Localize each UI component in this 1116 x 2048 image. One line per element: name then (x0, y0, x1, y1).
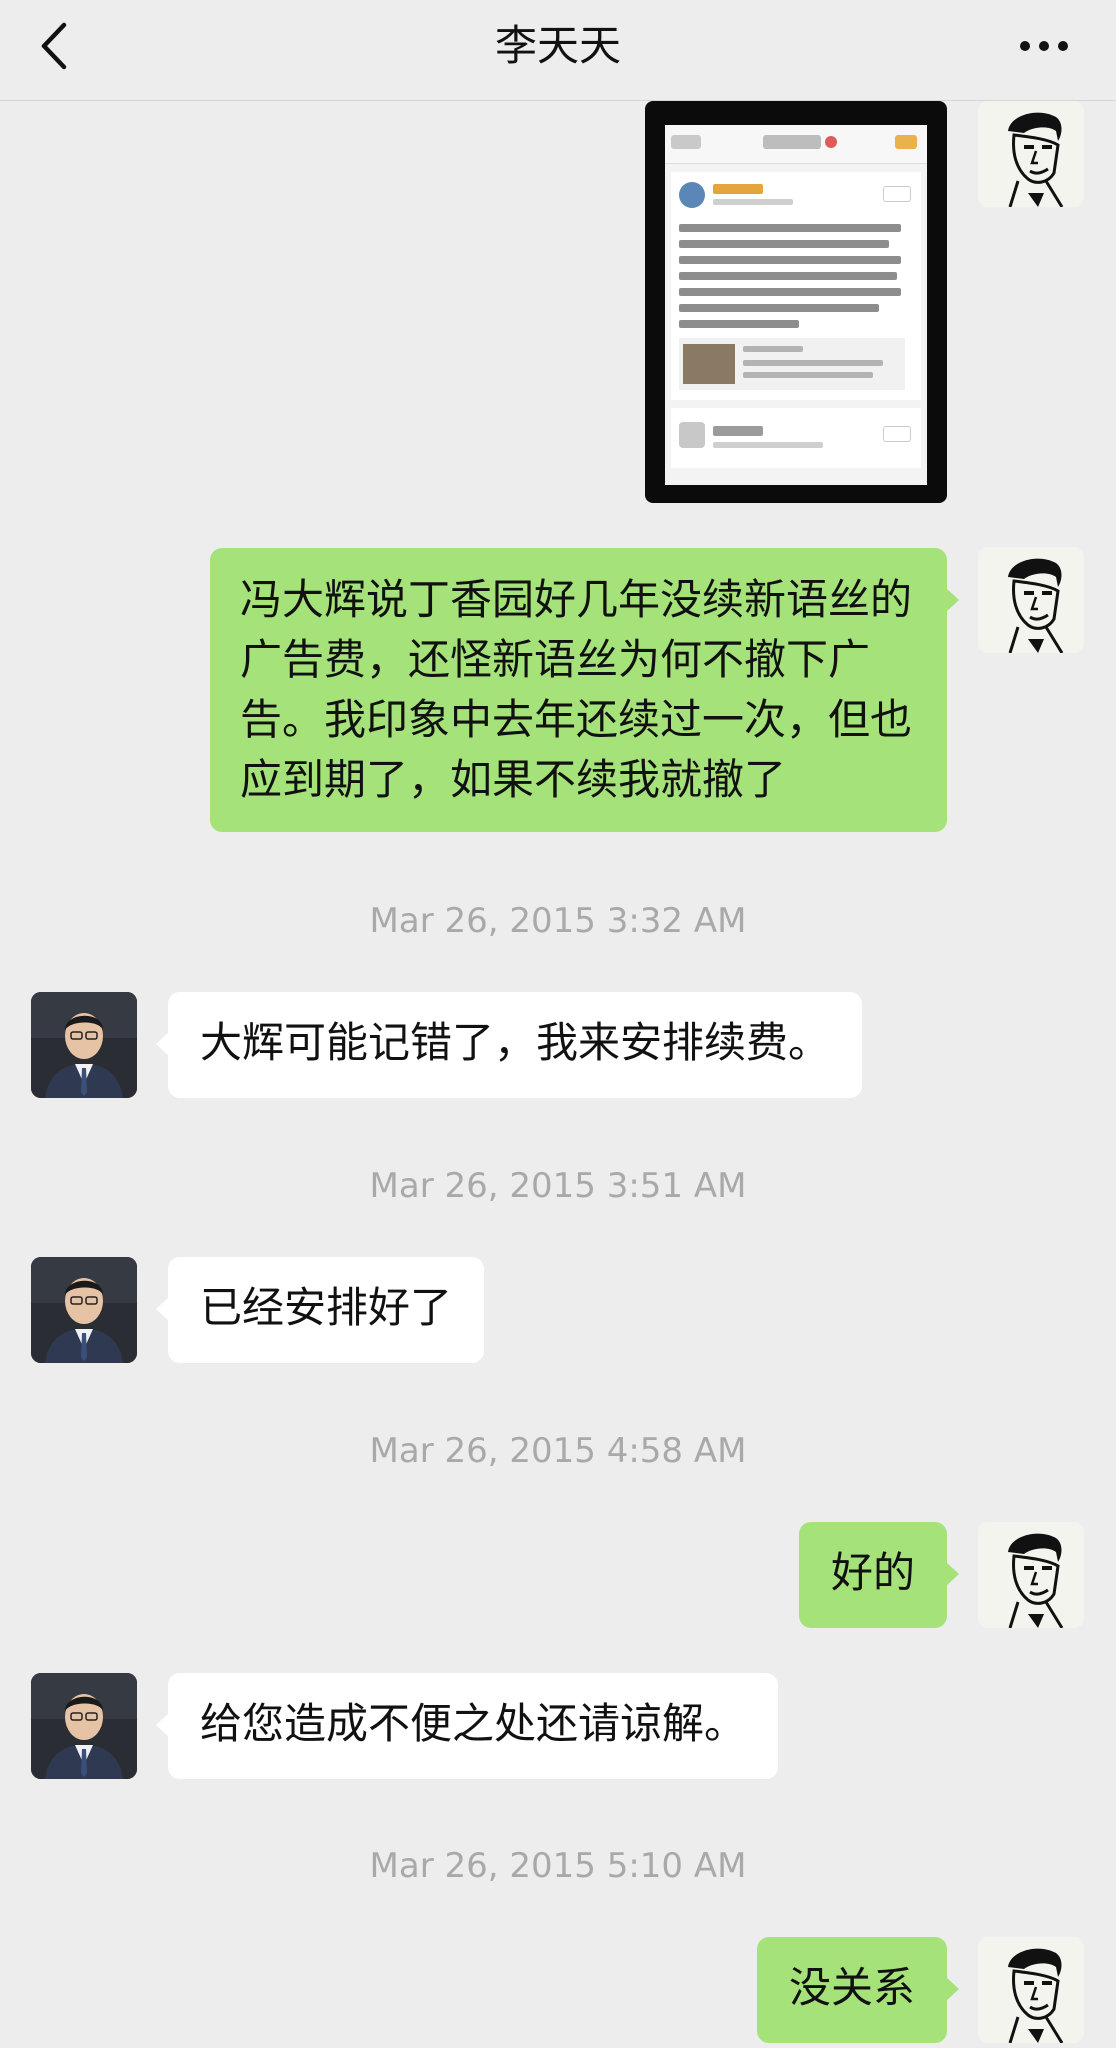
message-bubble[interactable]: 冯大辉说丁香园好几年没续新语丝的广告费，还怪新语丝为何不撤下广告。我印象中去年还… (210, 548, 959, 832)
more-button[interactable] (1014, 26, 1074, 66)
contact-avatar[interactable] (31, 1673, 137, 1779)
message-text: 好的 (830, 1548, 915, 1597)
timestamp: Mar 26, 2015 3:51 AM (369, 1166, 747, 1206)
contact-avatar[interactable] (31, 1257, 137, 1363)
chat-title: 李天天 (494, 21, 621, 70)
timestamp: Mar 26, 2015 5:10 AM (369, 1846, 747, 1886)
message-bubble[interactable]: 已经安排好了 (155, 1257, 485, 1363)
my-avatar[interactable] (978, 101, 1084, 207)
message-bubble[interactable]: 没关系 (756, 1937, 960, 2043)
message-text: 给您造成不便之处还请谅解。 (200, 1699, 747, 1748)
screenshot-thumbnail (665, 125, 927, 485)
message-text: 大辉可能记错了，我来安排续费。 (200, 1018, 831, 1067)
message-text: 冯大辉说丁香园好几年没续新语丝的广告费，还怪新语丝为何不撤下广告。我印象中去年还… (240, 575, 913, 804)
message-text: 已经安排好了 (200, 1283, 453, 1332)
timestamp: Mar 26, 2015 4:58 AM (369, 1431, 747, 1471)
image-message[interactable] (645, 101, 947, 503)
message-bubble[interactable]: 好的 (798, 1522, 960, 1628)
more-dots-icon (1020, 41, 1068, 51)
my-avatar[interactable] (978, 547, 1084, 653)
my-avatar[interactable] (978, 1522, 1084, 1628)
chat-header: 李天天 (0, 0, 1116, 101)
message-bubble[interactable]: 大辉可能记错了，我来安排续费。 (155, 992, 863, 1098)
contact-avatar[interactable] (31, 992, 137, 1098)
timestamp: Mar 26, 2015 3:32 AM (369, 901, 747, 941)
message-text: 没关系 (788, 1963, 915, 2012)
my-avatar[interactable] (978, 1937, 1084, 2043)
chat-messages[interactable]: 冯大辉说丁香园好几年没续新语丝的广告费，还怪新语丝为何不撤下广告。我印象中去年还… (0, 101, 1116, 2048)
message-bubble[interactable]: 给您造成不便之处还请谅解。 (155, 1673, 779, 1779)
